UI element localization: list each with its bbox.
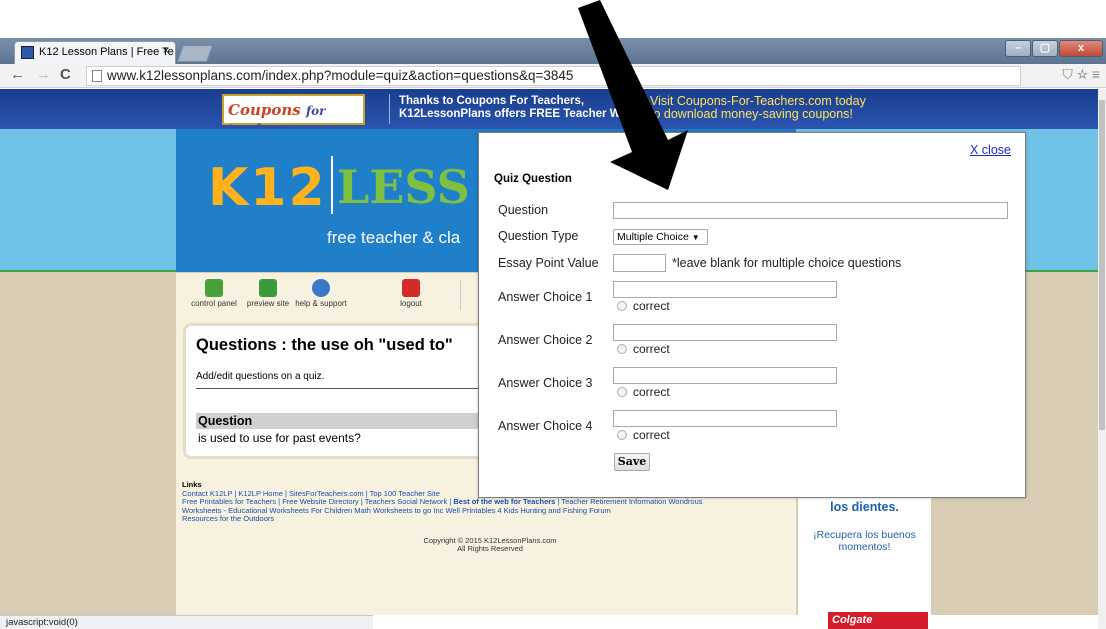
- correct-label: correct: [633, 299, 670, 313]
- answer-label-3: Answer Choice 3: [498, 376, 593, 390]
- questions-subtitle: Add/edit questions on a quiz.: [196, 371, 325, 382]
- essay-point-label: Essay Point Value: [498, 256, 599, 270]
- save-button[interactable]: Save: [614, 453, 650, 471]
- browser-tab[interactable]: K12 Lesson Plans | Free Te ×: [14, 41, 176, 64]
- tab-close-icon[interactable]: ×: [163, 45, 169, 57]
- url-text: www.k12lessonplans.com/index.php?module=…: [107, 68, 574, 83]
- questions-title: Questions : the use oh "used to": [196, 336, 453, 354]
- answer-label-2: Answer Choice 2: [498, 333, 593, 347]
- correct-label: correct: [633, 428, 670, 442]
- coupons-logo-main: Coupons: [228, 101, 301, 119]
- maximize-button[interactable]: ▢: [1032, 40, 1058, 57]
- annotation-arrow-icon: [578, 0, 688, 190]
- links-part[interactable]: | Teacher Retirement Information Wondrou…: [555, 497, 702, 506]
- toolbar-label: preview site: [246, 299, 290, 308]
- answer-input-1[interactable]: [613, 281, 837, 298]
- correct-label: correct: [633, 342, 670, 356]
- back-icon[interactable]: ←: [10, 66, 25, 83]
- reload-icon[interactable]: C: [60, 66, 71, 83]
- logo-k12[interactable]: K12: [208, 158, 327, 218]
- coupons-logo[interactable]: Coupons for teachers: [222, 94, 365, 136]
- correct-radio-4[interactable]: correct: [617, 428, 670, 442]
- quiz-question-modal: [478, 132, 1026, 498]
- question-label: Question: [498, 203, 549, 217]
- star-icon[interactable]: ☆: [1077, 66, 1088, 82]
- question-input[interactable]: [613, 202, 1008, 219]
- correct-label: correct: [633, 385, 670, 399]
- toolbar-preview-site[interactable]: preview site: [245, 279, 291, 308]
- radio-icon: [617, 430, 627, 440]
- essay-note: *leave blank for multiple choice questio…: [672, 256, 902, 270]
- correct-radio-1[interactable]: correct: [617, 299, 670, 313]
- preview-icon: [259, 279, 277, 297]
- essay-point-input[interactable]: [613, 254, 666, 272]
- window-close-button[interactable]: x: [1059, 40, 1103, 57]
- question-type-label: Question Type: [498, 229, 579, 243]
- tab-title: K12 Lesson Plans | Free Te: [39, 46, 174, 58]
- copyright: Copyright © 2015 K12LessonPlans.com All R…: [340, 537, 640, 553]
- link-best-of-web[interactable]: Best of the web for Teachers: [453, 497, 555, 506]
- table-row[interactable]: is used to use for past events?: [198, 431, 361, 445]
- ad-brand-logo[interactable]: Colgate: [828, 612, 928, 629]
- question-type-select[interactable]: Multiple Choice ▼: [613, 229, 708, 245]
- toolbar-control-panel[interactable]: control panel: [190, 279, 238, 308]
- toolbar-label: help & support: [295, 299, 347, 308]
- logo-divider: [331, 156, 333, 214]
- toolbar-help[interactable]: help & support: [290, 279, 352, 308]
- ad-subline: ¡Recupera los buenos momentos!: [813, 529, 916, 553]
- ad-headline: los dientes.: [830, 500, 899, 514]
- favicon-icon: [21, 46, 34, 59]
- status-bar: javascript:void(0): [0, 615, 373, 629]
- correct-radio-3[interactable]: correct: [617, 385, 670, 399]
- logo-lesson[interactable]: LESS: [337, 160, 470, 214]
- page-icon: [92, 70, 102, 82]
- answer-label-1: Answer Choice 1: [498, 290, 593, 304]
- table-header-question: Question: [196, 413, 486, 429]
- banner-divider: [389, 94, 390, 124]
- modal-close-link[interactable]: X close: [970, 143, 1011, 157]
- answer-label-4: Answer Choice 4: [498, 419, 593, 433]
- rights-text: All Rights Reserved: [457, 544, 523, 553]
- toolbar-divider: [460, 280, 461, 310]
- radio-icon: [617, 301, 627, 311]
- address-bar: ← → C www.k12lessonplans.com/index.php?m…: [0, 64, 1106, 88]
- new-tab-button[interactable]: [176, 45, 214, 62]
- scrollbar-thumb[interactable]: [1099, 100, 1105, 430]
- answer-input-3[interactable]: [613, 367, 837, 384]
- toolbar-label: logout: [400, 299, 422, 308]
- radio-icon: [617, 387, 627, 397]
- links-part[interactable]: Free Printables for Teachers | Free Webs…: [182, 497, 453, 506]
- toolbar-logout[interactable]: logout: [395, 279, 427, 308]
- correct-radio-2[interactable]: correct: [617, 342, 670, 356]
- power-icon: [402, 279, 420, 297]
- divider: [196, 388, 486, 389]
- radio-icon: [617, 344, 627, 354]
- window-controls: – ▢ x: [1004, 40, 1103, 58]
- question-type-value: Multiple Choice: [617, 231, 689, 243]
- modal-title: Quiz Question: [494, 173, 572, 185]
- help-icon: [312, 279, 330, 297]
- minimize-button[interactable]: –: [1005, 40, 1031, 57]
- links-line[interactable]: Resources for the Outdoors: [182, 514, 782, 524]
- url-input[interactable]: www.k12lessonplans.com/index.php?module=…: [86, 66, 1021, 86]
- forward-icon[interactable]: →: [36, 66, 51, 83]
- control-panel-icon: [205, 279, 223, 297]
- shield-icon[interactable]: ⛉: [1062, 66, 1073, 82]
- answer-input-4[interactable]: [613, 410, 837, 427]
- site-tagline: free teacher & cla: [327, 228, 461, 247]
- chevron-down-icon: ▼: [691, 233, 700, 242]
- menu-icon[interactable]: ≡: [1092, 66, 1100, 82]
- toolbar-label: control panel: [191, 299, 237, 308]
- answer-input-2[interactable]: [613, 324, 837, 341]
